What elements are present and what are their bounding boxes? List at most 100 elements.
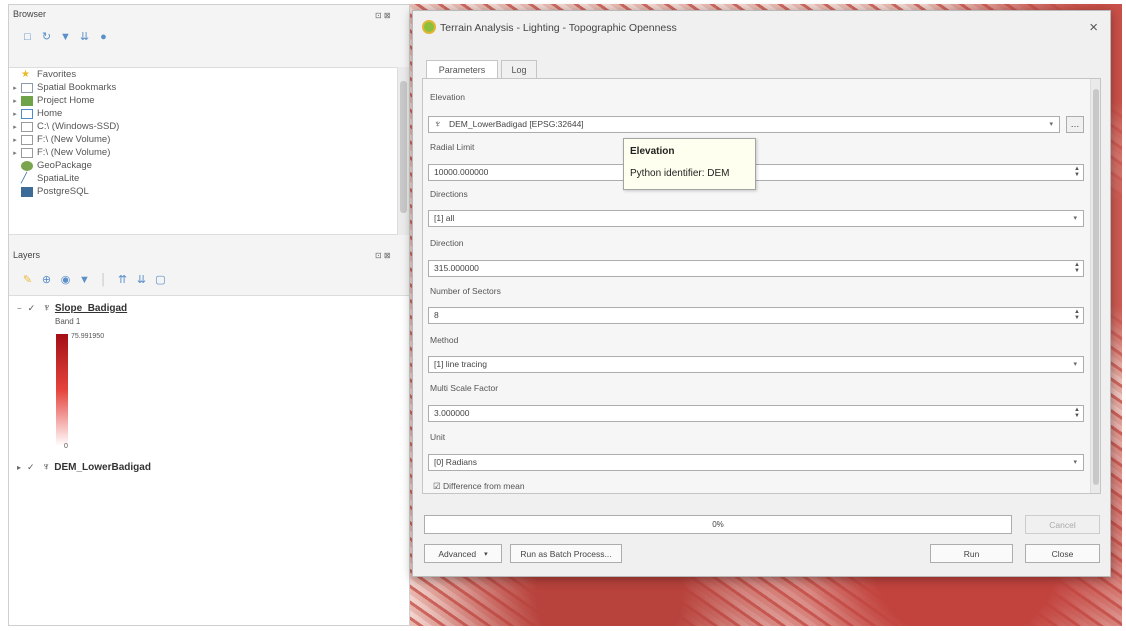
browser-toolbar: □ ↻ ▼ ⇊ ● xyxy=(21,30,110,44)
run-button[interactable]: Run xyxy=(930,544,1013,563)
browser-item-project-home[interactable]: ▸ Project Home xyxy=(9,94,397,107)
dialog-title: Terrain Analysis - Lighting - Topographi… xyxy=(440,22,677,34)
chevron-down-icon: ▾ xyxy=(484,550,488,558)
filter-icon[interactable]: ▼ xyxy=(78,273,91,286)
browser-item-drive-f2[interactable]: ▸ F:\ (New Volume) xyxy=(9,146,397,159)
expand-arrow-icon[interactable]: ▸ xyxy=(9,110,21,118)
directions-select[interactable]: [1] all ▾ xyxy=(428,210,1084,227)
parameters-panel: Elevation ♆ DEM_LowerBadigad [EPSG:32644… xyxy=(422,78,1101,494)
expand-arrow-icon[interactable]: ▸ xyxy=(9,97,21,105)
msf-field[interactable]: 3.000000 ▲ ▼ xyxy=(428,405,1084,422)
chevron-down-icon: ▾ xyxy=(1073,459,1077,466)
parameters-scrollbar[interactable] xyxy=(1090,79,1100,493)
browser-item-favorites[interactable]: ★ Favorites xyxy=(9,68,397,81)
run-batch-button[interactable]: Run as Batch Process... xyxy=(510,544,622,563)
filter-icon[interactable]: ▼ xyxy=(59,30,72,43)
spinner-icon[interactable]: ▲ ▼ xyxy=(1074,309,1080,321)
checkbox-icon[interactable]: ☑ xyxy=(433,481,441,491)
info-icon[interactable]: ● xyxy=(97,30,110,43)
close-button[interactable]: Close xyxy=(1025,544,1100,563)
expand-arrow-icon[interactable]: ▸ xyxy=(17,463,21,472)
layer-slope[interactable]: − ✓ ♆ Slope_Badigad xyxy=(17,302,127,314)
directions-label: Directions xyxy=(430,189,468,199)
browser-item-drive-c[interactable]: ▸ C:\ (Windows-SSD) xyxy=(9,120,397,133)
direction-label: Direction xyxy=(430,238,464,248)
unit-select[interactable]: [0] Radians ▾ xyxy=(428,454,1084,471)
method-select[interactable]: [1] line tracing ▾ xyxy=(428,356,1084,373)
chevron-down-icon: ▾ xyxy=(1073,361,1077,368)
sectors-label: Number of Sectors xyxy=(430,286,501,296)
unit-label: Unit xyxy=(430,432,446,442)
layer-visibility-checkbox[interactable]: ✓ xyxy=(27,462,37,472)
star-icon: ★ xyxy=(21,68,30,80)
expand-arrow-icon[interactable]: ▸ xyxy=(9,123,21,131)
msf-label: Multi Scale Factor xyxy=(430,383,499,393)
browser-panel-controls[interactable]: ⊡ ⊠ xyxy=(375,11,391,20)
tooltip-title: Elevation xyxy=(630,146,675,157)
spinner-icon[interactable]: ▲ ▼ xyxy=(1074,262,1080,274)
spinner-icon[interactable]: ▲ ▼ xyxy=(1074,166,1080,178)
layers-panel-title: Layers xyxy=(13,250,41,260)
browse-button[interactable]: … xyxy=(1066,116,1084,133)
left-dock: Browser ⊡ ⊠ □ ↻ ▼ ⇊ ● ★ Favorites ▸ Spatia… xyxy=(8,4,410,626)
close-icon[interactable]: × xyxy=(1089,19,1098,36)
refresh-icon[interactable]: ↻ xyxy=(40,30,53,43)
geopackage-icon xyxy=(21,160,33,171)
home-icon xyxy=(21,108,33,119)
expand-arrow-icon[interactable]: ▸ xyxy=(9,136,21,144)
layer-visibility-checkbox[interactable]: ✓ xyxy=(28,303,38,313)
layer-name: Slope_Badigad xyxy=(54,302,128,314)
parameters-scrollbar-thumb[interactable] xyxy=(1093,89,1099,485)
add-layer-icon[interactable]: ⊕ xyxy=(40,273,53,286)
collapse-icon[interactable]: ⇊ xyxy=(78,30,91,43)
layers-panel-controls[interactable]: ⊡ ⊠ xyxy=(375,251,391,260)
remove-icon[interactable]: ▢ xyxy=(154,273,167,286)
elevation-label: Elevation xyxy=(430,92,465,102)
method-label: Method xyxy=(430,335,459,345)
qgis-logo-icon xyxy=(422,20,436,34)
browser-item-drive-f[interactable]: ▸ F:\ (New Volume) xyxy=(9,133,397,146)
visibility-icon[interactable]: ◉ xyxy=(59,273,72,286)
advanced-button[interactable]: Advanced ▾ xyxy=(424,544,502,563)
expand-icon[interactable]: ⇈ xyxy=(116,273,129,286)
style-icon[interactable]: ✎ xyxy=(21,273,34,286)
collapse-icon[interactable]: ⇊ xyxy=(135,273,148,286)
browser-tree[interactable]: ★ Favorites ▸ Spatial Bookmarks ▸ Project H… xyxy=(9,67,397,235)
browser-item-geopackage[interactable]: GeoPackage xyxy=(9,159,397,172)
browser-scrollbar-thumb[interactable] xyxy=(400,81,407,213)
layers-tree[interactable]: − ✓ ♆ Slope_Badigad Band 1 75.991950 0 ▸… xyxy=(9,295,409,625)
project-icon xyxy=(21,95,33,106)
browser-item-spatialite[interactable]: ╱ SpatiaLite xyxy=(9,172,397,185)
chevron-down-icon: ▾ xyxy=(1073,215,1077,222)
add-icon[interactable]: □ xyxy=(21,30,34,43)
spatialite-icon: ╱ xyxy=(21,172,28,184)
color-ramp xyxy=(56,334,68,446)
browser-item-postgresql[interactable]: PostgreSQL xyxy=(9,185,397,198)
tooltip-body: Python identifier: DEM xyxy=(630,168,730,179)
tab-parameters[interactable]: Parameters xyxy=(426,60,498,79)
tab-log[interactable]: Log xyxy=(501,60,537,79)
elevation-tooltip: Elevation Python identifier: DEM xyxy=(623,138,756,190)
elevation-select[interactable]: ♆ DEM_LowerBadigad [EPSG:32644] ▾ xyxy=(428,116,1060,133)
raster-layer-icon: ♆ xyxy=(42,302,51,314)
collapse-arrow-icon[interactable]: − xyxy=(17,304,22,313)
radial-limit-label: Radial Limit xyxy=(430,142,475,152)
cutoff-checkbox[interactable]: ☑ Difference from mean xyxy=(433,481,525,492)
sectors-field[interactable]: 8 ▲ ▼ xyxy=(428,307,1084,324)
cancel-button[interactable]: Cancel xyxy=(1025,515,1100,534)
expand-arrow-icon[interactable]: ▸ xyxy=(9,149,21,157)
browser-item-spatial-bookmarks[interactable]: ▸ Spatial Bookmarks xyxy=(9,81,397,94)
expand-arrow-icon[interactable]: ▸ xyxy=(9,84,21,92)
radial-limit-field[interactable]: 10000.000000 ▲ ▼ xyxy=(428,164,1084,181)
browser-scrollbar[interactable] xyxy=(397,67,409,235)
spinner-icon[interactable]: ▲ ▼ xyxy=(1074,407,1080,419)
drive-icon xyxy=(21,134,33,145)
layer-dem[interactable]: ▸ ✓ ♆ DEM_LowerBadigad xyxy=(17,461,151,473)
drive-icon xyxy=(21,147,33,158)
band-label: Band 1 xyxy=(55,317,81,326)
separator-icon: │ xyxy=(100,273,107,286)
browser-panel-title: Browser xyxy=(13,9,47,19)
drive-icon xyxy=(21,121,33,132)
browser-item-home[interactable]: ▸ Home xyxy=(9,107,397,120)
direction-field[interactable]: 315.000000 ▲ ▼ xyxy=(428,260,1084,277)
